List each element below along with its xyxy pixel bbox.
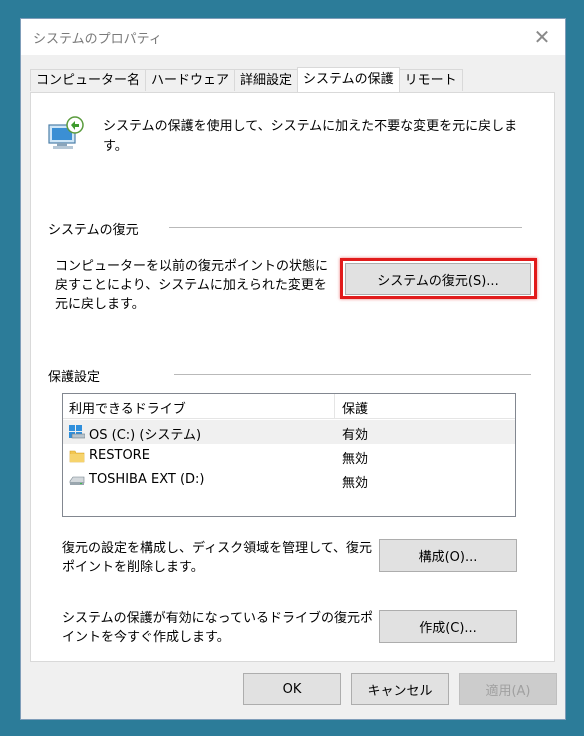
system-protection-panel: システムの保護を使用して、システムに加えた不要な変更を元に戻します。 システムの…	[30, 92, 555, 662]
drive-icon	[69, 476, 85, 485]
create-button[interactable]: 作成(C)...	[379, 610, 517, 643]
restore-group-divider	[169, 227, 522, 228]
protection-group-divider	[174, 374, 531, 375]
configure-description: 復元の設定を構成し、ディスク領域を管理して、復元ポイントを削除します。	[62, 541, 373, 575]
drive-name: TOSHIBA EXT (D:)	[89, 472, 205, 487]
folder-icon	[69, 450, 85, 463]
restore-description: コンピューターを以前の復元ポイントの状態に戻すことにより、システムに加えられた変…	[55, 259, 329, 312]
drive-list-header: 利用できるドライブ 保護	[63, 394, 515, 419]
drive-status: 有効	[342, 428, 369, 443]
tab-system-protection[interactable]: システムの保護	[297, 67, 400, 92]
drive-row-c[interactable]: OS (C:) (システム) 有効	[63, 420, 515, 444]
title-bar[interactable]: システムのプロパティ ✕	[21, 19, 565, 55]
cancel-button[interactable]: キャンセル	[351, 673, 449, 705]
drive-name: RESTORE	[89, 448, 150, 463]
system-properties-dialog: システムのプロパティ ✕ コンピューター名 ハードウェア 詳細設定 システムの保…	[20, 18, 566, 720]
protection-group-label: 保護設定	[48, 370, 101, 385]
tab-computer-name[interactable]: コンピューター名	[30, 69, 147, 91]
tab-strip: コンピューター名 ハードウェア 詳細設定 システムの保護 リモート	[30, 67, 463, 92]
drive-status: 無効	[342, 476, 369, 491]
window-title: システムのプロパティ	[33, 32, 162, 47]
ok-button[interactable]: OK	[243, 673, 341, 705]
system-protection-icon	[48, 116, 84, 149]
drive-status: 無効	[342, 452, 369, 467]
tab-hardware[interactable]: ハードウェア	[145, 69, 236, 91]
restore-button-highlight	[340, 258, 537, 299]
tab-remote[interactable]: リモート	[398, 69, 463, 91]
drive-row-restore[interactable]: RESTORE 無効	[63, 444, 515, 468]
restore-group-label: システムの復元	[48, 223, 139, 238]
system-drive-icon	[69, 425, 85, 439]
drive-row-d[interactable]: TOSHIBA EXT (D:) 無効	[63, 468, 515, 492]
configure-button[interactable]: 構成(O)...	[379, 539, 517, 572]
apply-button[interactable]: 適用(A)	[459, 673, 557, 705]
intro-text: システムの保護を使用して、システムに加えた不要な変更を元に戻します。	[103, 119, 518, 154]
drive-name: OS (C:) (システム)	[89, 428, 202, 443]
column-drive[interactable]: 利用できるドライブ	[69, 398, 186, 417]
create-description: システムの保護が有効になっているドライブの復元ポイントを今すぐ作成します。	[62, 611, 373, 645]
drive-list[interactable]: 利用できるドライブ 保護 OS (C:) (システム) 有効 RESTORE 無…	[62, 393, 516, 517]
column-protection[interactable]: 保護	[342, 398, 368, 417]
tab-advanced[interactable]: 詳細設定	[234, 69, 299, 91]
close-icon[interactable]: ✕	[519, 19, 565, 55]
column-separator	[334, 394, 335, 418]
